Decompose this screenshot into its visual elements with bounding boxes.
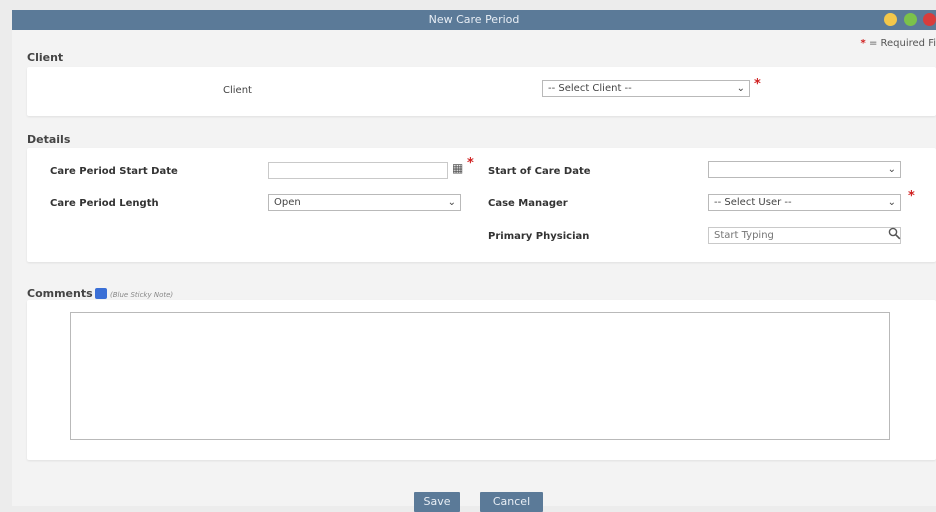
- client-section-title: Client: [27, 51, 64, 64]
- start-of-care-label: Start of Care Date: [488, 166, 591, 177]
- close-icon[interactable]: [923, 13, 936, 26]
- care-start-required-star: *: [467, 156, 474, 171]
- case-manager-label: Case Manager: [488, 198, 568, 209]
- client-label: Client: [223, 85, 252, 96]
- window-controls: [881, 13, 936, 27]
- care-start-label: Care Period Start Date: [50, 166, 178, 177]
- case-manager-value: -- Select User --: [714, 197, 792, 208]
- case-manager-select[interactable]: -- Select User -- ⌄: [708, 194, 901, 211]
- care-start-input[interactable]: [268, 162, 448, 179]
- chevron-down-icon: ⌄: [887, 164, 896, 175]
- window-title: New Care Period: [428, 13, 520, 26]
- chevron-down-icon: ⌄: [447, 197, 456, 208]
- maximize-icon[interactable]: [903, 13, 917, 26]
- physician-label: Primary Physician: [488, 231, 590, 242]
- dialog-content: * = Required Fi Client Client -- Select …: [12, 30, 936, 512]
- chevron-down-icon: ⌄: [736, 83, 745, 94]
- client-panel: Client -- Select Client -- ⌄ *: [27, 67, 936, 116]
- start-of-care-select[interactable]: ⌄: [708, 161, 901, 178]
- calendar-icon[interactable]: ▦: [452, 161, 463, 175]
- physician-search-input[interactable]: [708, 227, 901, 244]
- sticky-note-icon[interactable]: [95, 288, 107, 299]
- care-length-select[interactable]: Open ⌄: [268, 194, 461, 211]
- care-length-label: Care Period Length: [50, 198, 159, 209]
- window-titlebar: New Care Period: [12, 10, 936, 30]
- search-icon[interactable]: [888, 227, 901, 243]
- client-select-value: -- Select Client --: [548, 83, 632, 94]
- comments-textarea[interactable]: [70, 312, 890, 440]
- save-button[interactable]: Save: [414, 492, 460, 512]
- chevron-down-icon: ⌄: [887, 197, 896, 208]
- cancel-button[interactable]: Cancel: [480, 492, 543, 512]
- care-length-value: Open: [274, 197, 301, 208]
- case-manager-required-star: *: [908, 189, 915, 204]
- required-star: *: [860, 38, 866, 49]
- client-required-star: *: [754, 77, 761, 92]
- client-select[interactable]: -- Select Client -- ⌄: [542, 80, 750, 97]
- details-section-title: Details: [27, 133, 71, 146]
- required-note-text: = Required Fi: [868, 38, 936, 49]
- comments-section-title: Comments: [27, 287, 93, 300]
- required-note: * = Required Fi: [861, 38, 936, 49]
- sticky-note-hint: (Blue Sticky Note): [110, 291, 174, 299]
- minimize-icon[interactable]: [884, 13, 897, 26]
- details-panel: Care Period Start Date ▦ * Care Period L…: [27, 148, 936, 262]
- comments-panel: [27, 300, 936, 460]
